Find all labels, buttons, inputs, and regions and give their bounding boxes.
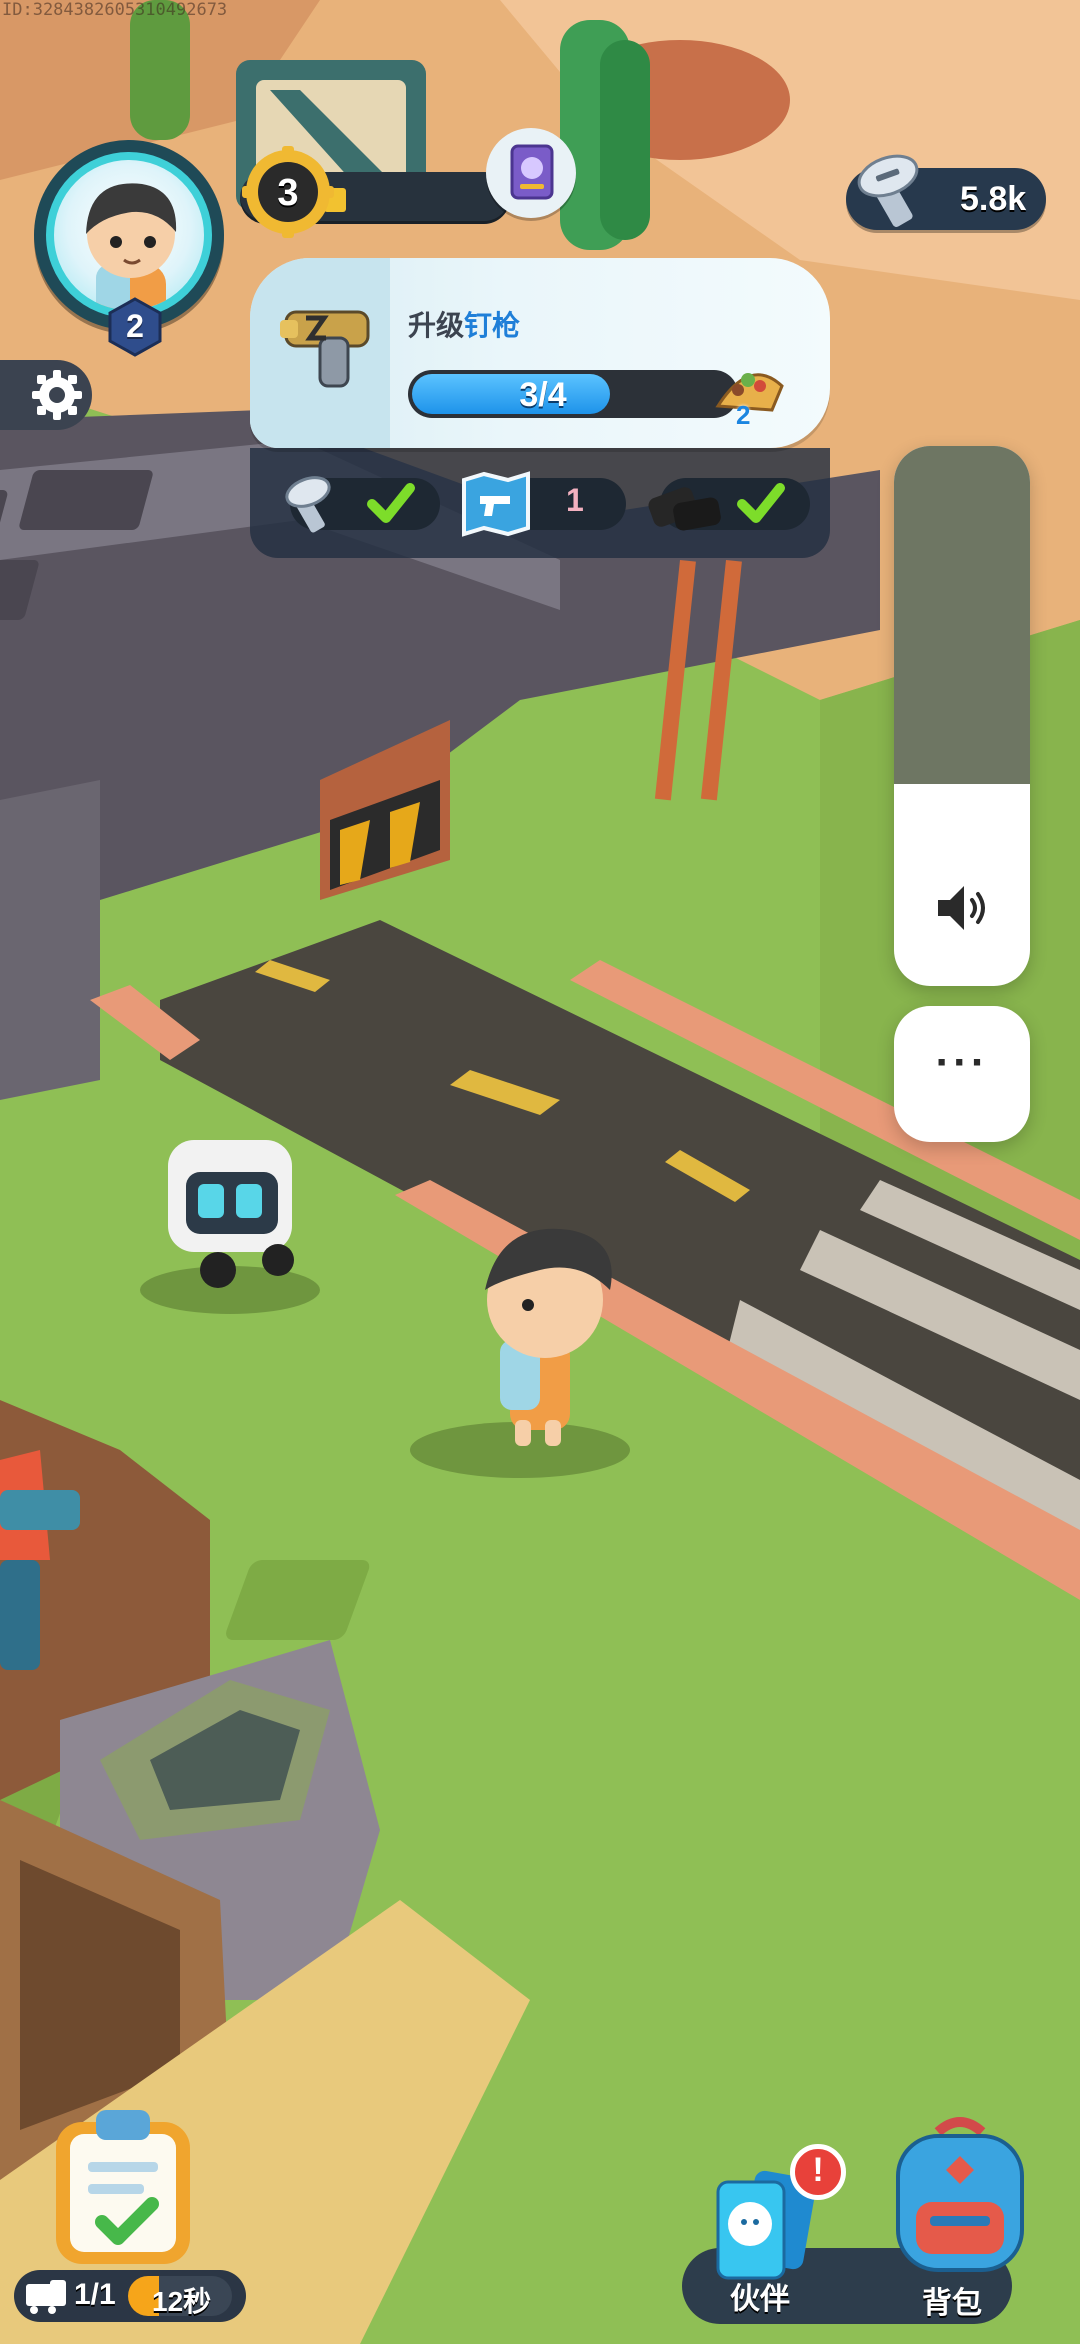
screw-icon: [276, 468, 346, 538]
partner-alert-badge: !: [790, 2144, 846, 2200]
settings-button[interactable]: [0, 360, 92, 430]
codex-button[interactable]: [486, 128, 576, 218]
gear-icon: [32, 370, 82, 420]
speaker-icon: [932, 878, 992, 938]
quest-progress-bar: 3/4: [408, 370, 738, 418]
xp-level-badge: 3: [242, 146, 334, 238]
backpack-label: 背包: [922, 2287, 982, 2320]
screw-icon: [848, 146, 938, 236]
backpack-button[interactable]: [890, 2112, 1030, 2280]
currency-amount: 5.8k: [960, 180, 1027, 218]
nail-gun-icon: [276, 298, 386, 398]
task-clipboard-button[interactable]: [48, 2100, 198, 2270]
train-count: 1/1: [74, 2278, 116, 2311]
quest-title-item: 钉枪: [464, 310, 521, 341]
alert-icon: !: [812, 2151, 824, 2189]
quest-reward-count: 2: [736, 400, 751, 430]
volume-slider-track: [894, 446, 1030, 784]
more-options-button[interactable]: ···: [894, 1006, 1030, 1142]
quest-title-prefix: 升级: [408, 310, 465, 341]
avatar: [46, 152, 212, 318]
xp-level-number: 3: [277, 172, 299, 214]
partner-label: 伙伴: [730, 2283, 790, 2316]
requirement-count: 1: [566, 482, 584, 518]
check-icon: [366, 480, 416, 526]
player-id-label: ID:3284382605310492673: [2, 0, 228, 20]
check-icon: [736, 480, 786, 526]
quest-title: 升级钉枪: [408, 304, 520, 344]
train-icon: [22, 2276, 72, 2316]
coal-icon: [640, 470, 730, 540]
book-icon: [510, 144, 554, 200]
player-level-badge: 2: [104, 296, 166, 358]
quest-progress-text: 3/4: [519, 376, 567, 414]
volume-slider[interactable]: [894, 446, 1030, 986]
map-pistol-icon: [458, 466, 534, 542]
player-level-number: 2: [126, 308, 144, 344]
train-timer-text: 12秒: [152, 2286, 212, 2317]
backpack-icon: [896, 2117, 1024, 2272]
clipboard-icon: [56, 2110, 190, 2264]
more-dots-icon: ···: [935, 1038, 989, 1087]
